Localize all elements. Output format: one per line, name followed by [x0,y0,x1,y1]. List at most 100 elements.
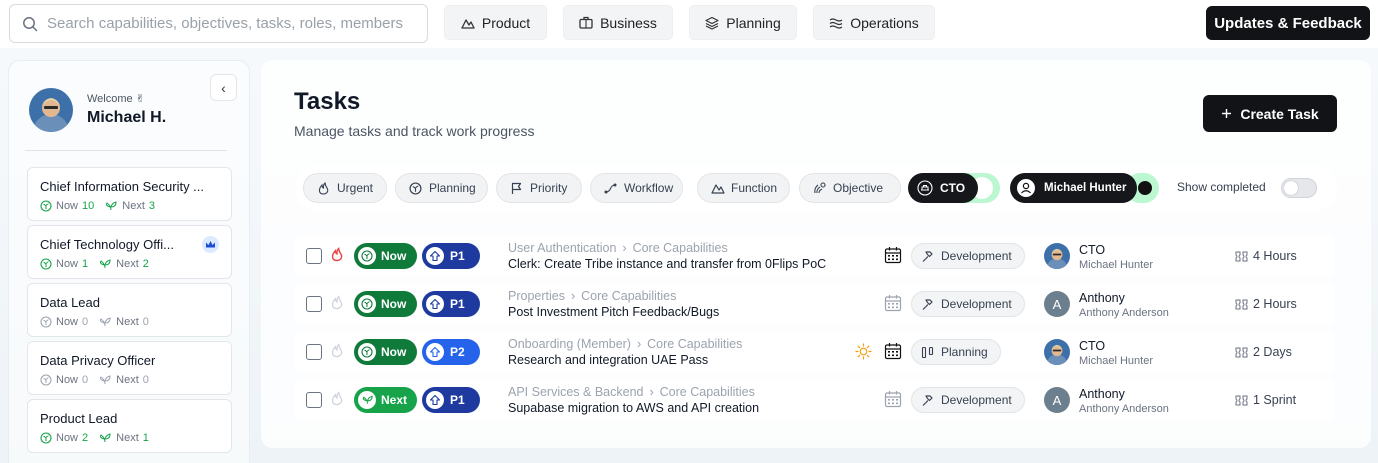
status-badge[interactable]: Next [354,387,417,413]
role-title: Chief Technology Offi... [40,237,174,252]
nav-planning-button[interactable]: Planning [689,5,797,40]
estimate-label: 2 Hours [1253,297,1297,311]
filter-bar: Urgent Planning Priority Workflow Functi… [295,165,1337,211]
nav-operations-label: Operations [850,14,919,31]
status-badge[interactable]: Now [354,291,417,317]
filter-workflow[interactable]: Workflow [590,173,683,203]
show-completed-switch[interactable] [1281,178,1317,198]
nav-operations-button[interactable]: Operations [813,5,935,40]
role-card[interactable]: Data Privacy Officer Now 0 Next 0 [27,341,232,395]
next-label: Next [116,258,139,270]
now-label: Now [56,200,79,212]
next-count: 1 [142,432,149,444]
status-badge[interactable]: Now [354,339,417,365]
nav-product-label: Product [481,14,531,31]
task-title[interactable]: Post Investment Pitch Feedback/Bugs [508,305,719,319]
filter-urgent-label: Urgent [337,181,374,195]
capability-name: Properties [508,289,565,303]
function-chip[interactable]: Development [911,291,1025,317]
sidebar-divider [25,150,227,151]
role-card[interactable]: Chief Information Security ... Now 10 Ne… [27,167,232,221]
priority-badge[interactable]: P2 [422,339,480,365]
function-chip[interactable]: Development [911,387,1025,413]
capability-name: User Authentication [508,241,617,255]
task-checkbox[interactable] [306,296,322,312]
assignee-name: CTO [1079,243,1106,257]
role-filter-cto[interactable]: CTO [908,173,978,203]
next-label: Next [116,374,139,386]
task-title[interactable]: Supabase migration to AWS and API creati… [508,401,759,415]
function-chip[interactable]: Development [911,243,1025,269]
arrow-up-icon [426,247,444,265]
hammer-icon [921,298,934,311]
create-task-button[interactable]: Create Task [1203,95,1337,132]
role-card[interactable]: Data Lead Now 0 Next 0 [27,283,232,337]
sun-icon[interactable] [855,343,872,360]
flame-icon[interactable] [331,343,343,358]
updates-feedback-button[interactable]: Updates & Feedback [1206,6,1370,40]
kanban-icon [921,346,934,359]
role-card[interactable]: Chief Technology Offi... Now 1 Next 2 [27,225,232,279]
estimate-label: 1 Sprint [1253,393,1297,407]
role-card[interactable]: Product Lead Now 2 Next 1 [27,399,232,453]
flame-icon[interactable] [331,247,343,262]
calendar-icon[interactable] [884,246,902,264]
task-checkbox[interactable] [306,392,322,408]
task-checkbox[interactable] [306,344,322,360]
estimate[interactable]: 2 Hours [1235,297,1297,311]
filter-priority[interactable]: Priority [496,173,582,203]
calendar-icon[interactable] [884,342,902,360]
task-title[interactable]: Clerk: Create Tribe instance and transfe… [508,257,826,271]
filter-objective[interactable]: Objective [799,173,901,203]
filter-urgent[interactable]: Urgent [303,173,387,203]
now-count: 0 [82,316,89,328]
priority-badge[interactable]: P1 [422,243,480,269]
sprout-icon [408,181,423,196]
function-chip[interactable]: Planning [911,339,1001,365]
member-filter-toggle-knob[interactable] [1138,181,1152,195]
estimate[interactable]: 4 Hours [1235,249,1297,263]
assignee-avatar[interactable]: A [1044,291,1070,317]
calendar-icon[interactable] [884,294,902,312]
calendar-icon[interactable] [884,390,902,408]
estimate[interactable]: 1 Sprint [1235,393,1296,407]
role-icon [917,180,933,196]
nav-planning-label: Planning [726,14,781,31]
assignee-avatar[interactable] [1044,339,1070,365]
task-checkbox[interactable] [306,248,322,264]
task-row[interactable]: Now P1 User Authentication › Core Capabili… [295,235,1335,277]
sprout-icon [358,343,376,361]
assignee-name: Anthony [1079,387,1125,401]
status-badge[interactable]: Now [354,243,417,269]
role-stats: Now 1 Next 2 [40,258,155,270]
user-name: Michael H. [87,109,167,126]
flame-icon[interactable] [331,295,343,310]
task-row[interactable]: Now P2 Onboarding (Member) › Core Capabili… [295,331,1335,373]
next-count: 2 [142,258,149,270]
search-input[interactable] [47,15,407,32]
task-title[interactable]: Research and integration UAE Pass [508,353,708,367]
nav-business-button[interactable]: Business [563,5,673,40]
assignee-avatar[interactable]: A [1044,387,1070,413]
flame-icon[interactable] [331,391,343,406]
user-avatar[interactable] [29,88,73,132]
capability-name: API Services & Backend [508,385,644,399]
member-filter-michael-hunter[interactable]: Michael Hunter [1010,173,1137,203]
assignee-avatar[interactable] [1044,243,1070,269]
search-box[interactable] [9,4,428,43]
task-row[interactable]: Now P1 Properties › Core Capabilities Post… [295,283,1335,325]
estimate[interactable]: 2 Days [1235,345,1292,359]
role-title: Data Lead [40,295,100,310]
task-row[interactable]: Next P1 API Services & Backend › Core Capa… [295,379,1335,421]
sprout-icon [40,374,52,386]
seedling-icon [98,259,112,269]
filter-planning[interactable]: Planning [395,173,488,203]
collapse-sidebar-button[interactable]: ‹ [210,74,237,101]
filter-function[interactable]: Function [697,173,790,203]
role-stats: Now 10 Next 3 [40,200,161,212]
nav-product-button[interactable]: Product [444,5,547,40]
priority-badge[interactable]: P1 [422,387,480,413]
role-filter-label: CTO [940,181,966,195]
welcome-text: Welcome ✌ [87,93,145,105]
priority-badge[interactable]: P1 [422,291,480,317]
